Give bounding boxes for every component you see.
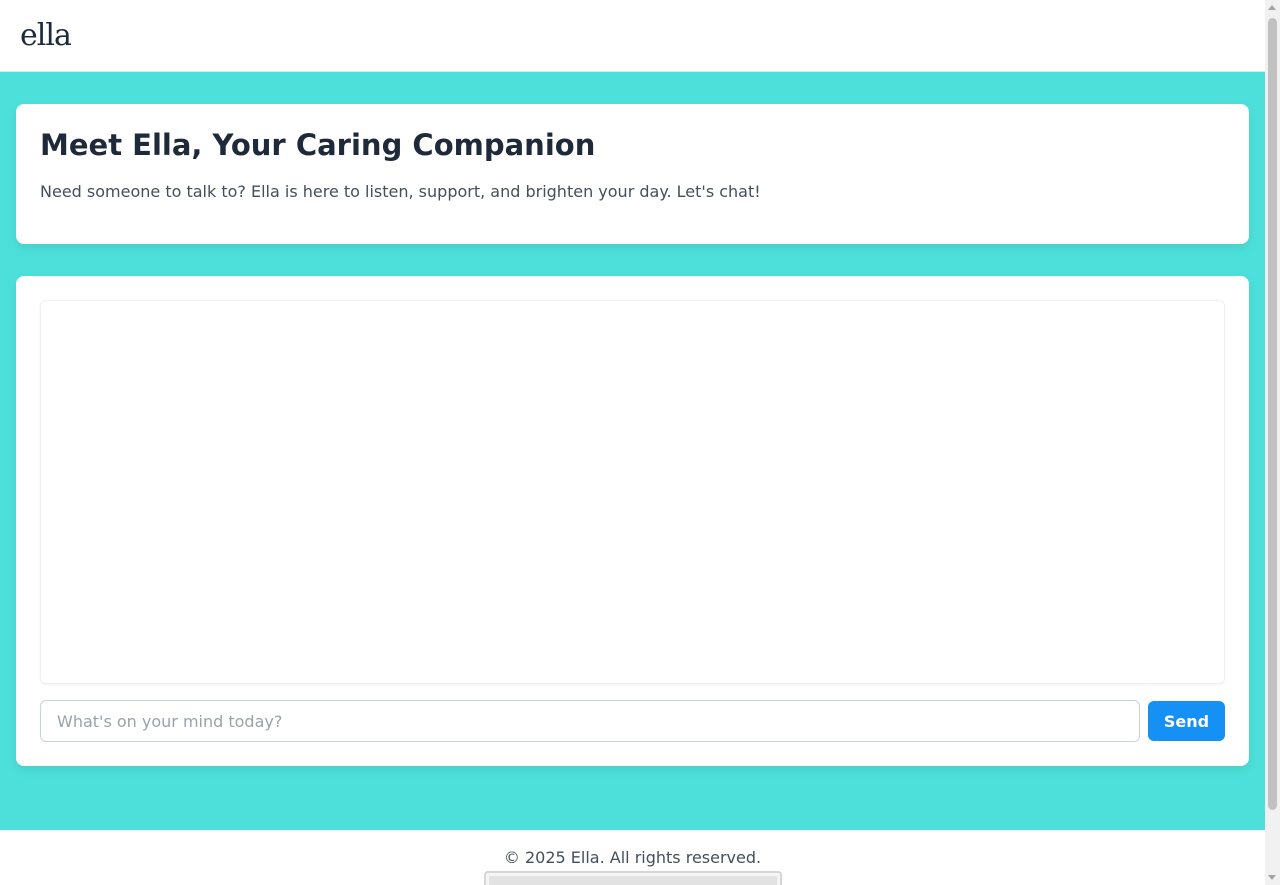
page-scrollbar[interactable] xyxy=(1265,0,1280,885)
site-footer: © 2025 Ella. All rights reserved. xyxy=(0,830,1265,885)
chat-card: Send xyxy=(16,276,1249,766)
chat-messages-area[interactable] xyxy=(40,300,1225,684)
chat-composer: Send xyxy=(40,700,1225,742)
main-content: Meet Ella, Your Caring Companion Need so… xyxy=(0,72,1265,830)
intro-description: Need someone to talk to? Ella is here to… xyxy=(40,182,761,201)
ella-logo[interactable]: ella xyxy=(20,20,72,51)
page-title: Meet Ella, Your Caring Companion xyxy=(40,128,596,162)
intro-card: Meet Ella, Your Caring Companion Need so… xyxy=(16,104,1249,244)
copyright-text: © 2025 Ella. All rights reserved. xyxy=(503,848,762,867)
footer-widget-inner xyxy=(489,876,777,885)
scroll-down-arrow-icon[interactable] xyxy=(1268,875,1276,880)
chat-input[interactable] xyxy=(40,700,1140,742)
send-button[interactable]: Send xyxy=(1148,701,1225,741)
scroll-up-arrow-icon[interactable] xyxy=(1268,5,1276,10)
site-header: ella xyxy=(0,0,1265,72)
scrollbar-thumb[interactable] xyxy=(1268,18,1277,810)
footer-widget[interactable] xyxy=(484,871,782,885)
